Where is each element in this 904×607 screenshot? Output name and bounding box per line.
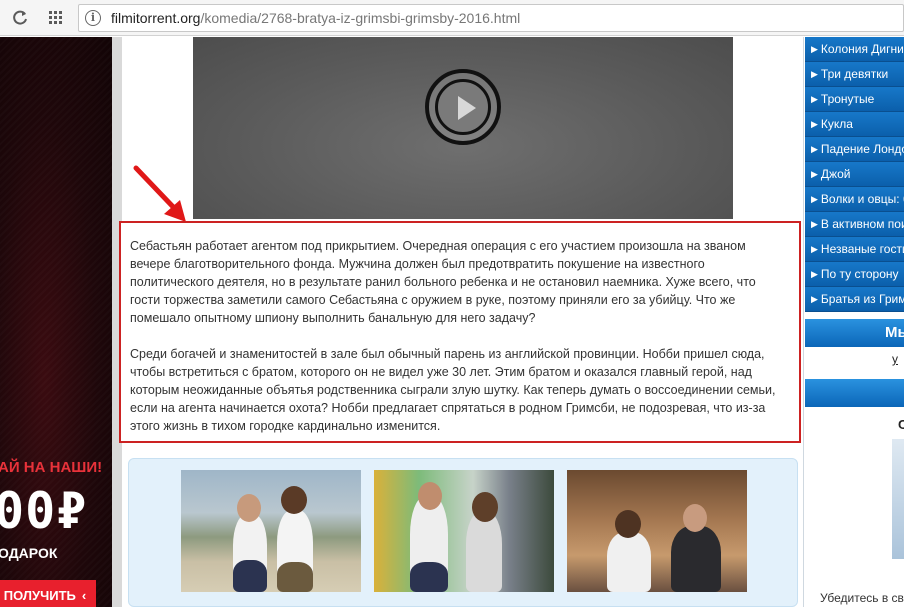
sidebar-movie-link[interactable]: Кукла [805,112,904,137]
banner-promo-text: АЙ НА НАШИ! [0,459,103,476]
screenshot-thumbnail-1[interactable] [181,470,361,592]
address-bar[interactable]: i filmitorrent.org/komedia/2768-bratya-i… [78,4,904,32]
chevron-left-icon: ‹ [81,587,87,603]
url-domain: filmitorrent.org [111,10,201,26]
browser-toolbar: i filmitorrent.org/komedia/2768-bratya-i… [0,0,904,36]
apps-grid-icon[interactable] [44,6,68,30]
sidebar-caption: Убедитесь в св [820,591,904,605]
sidebar-panel-title: С [898,417,904,432]
play-button[interactable] [425,69,501,145]
refresh-icon[interactable] [8,6,32,30]
sidebar-movie-link[interactable]: Незваные гости [805,237,904,262]
sidebar-link[interactable]: у [892,352,898,366]
sidebar-panel-image[interactable] [892,439,904,559]
sidebar-section-header: Мы [805,319,904,347]
banner-button-label: ПОЛУЧИТЬ [3,587,76,603]
screenshot-thumbnail-3[interactable] [567,470,747,592]
url-path: /komedia/2768-bratya-iz-grimsbi-grimsby-… [200,10,521,26]
banner-gift-text: ОДАРОК [0,545,58,561]
description-paragraph-2: Среди богачей и знаменитостей в зале был… [130,347,776,433]
site-info-icon[interactable]: i [85,10,101,26]
movie-description: Себастьян работает агентом под прикрытие… [119,221,801,443]
left-ad-banner[interactable]: АЙ НА НАШИ! 00₽ ОДАРОК ПОЛУЧИТЬ ‹ [0,37,112,607]
sidebar-movie-link[interactable]: Братья из Гримсби [805,287,904,312]
sidebar-movie-link[interactable]: Падение Лондона [805,137,904,162]
sidebar-movie-link[interactable]: Три девятки [805,62,904,87]
sidebar-movie-link[interactable]: Волки и овцы: бээ [805,187,904,212]
url-text[interactable]: filmitorrent.org/komedia/2768-bratya-iz-… [111,10,520,26]
banner-get-button[interactable]: ПОЛУЧИТЬ ‹ [0,580,96,607]
sidebar-movie-link[interactable]: Джой [805,162,904,187]
sidebar-movie-link[interactable]: Колония Дигнидад [805,37,904,62]
sidebar-movie-link[interactable]: В активном поиске [805,212,904,237]
video-player[interactable] [193,37,733,219]
sidebar-section-header-2 [805,379,904,407]
screenshot-thumbnail-2[interactable] [374,470,554,592]
screenshot-gallery [128,458,798,607]
sidebar-movie-link[interactable]: Тронутые [805,87,904,112]
sidebar-movie-link[interactable]: По ту сторону [805,262,904,287]
banner-amount: 00₽ [0,482,88,540]
right-sidebar: Колония Дигнидад Три девятки Тронутые Ку… [803,37,904,607]
play-icon [435,79,491,135]
description-paragraph-1: Себастьян работает агентом под прикрытие… [130,239,756,325]
sidebar-panel: С [808,411,904,607]
